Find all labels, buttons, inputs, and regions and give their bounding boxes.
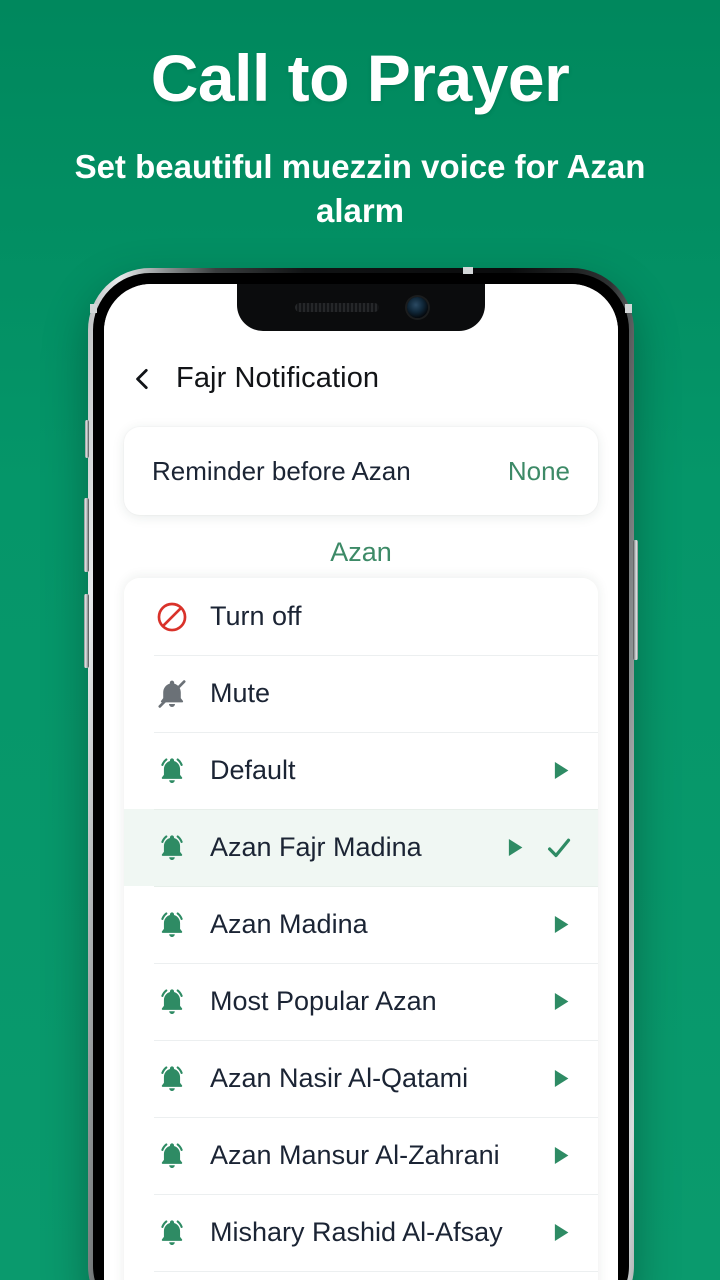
azan-list-item-label: Azan Fajr Madina [210,832,422,862]
promo-subtitle: Set beautiful muezzin voice for Azan ala… [74,148,646,229]
azan-list-item-actions [546,1142,574,1170]
azan-list-item-label: Default [210,755,296,785]
bell-icon [154,984,190,1020]
promo-title: Call to Prayer [150,41,570,115]
azan-list-item[interactable]: Azan Nasir Al-Qatami [124,1040,598,1117]
play-icon[interactable] [500,834,528,862]
phone-notch [237,284,485,331]
antenna-line-left [90,304,97,313]
azan-list-item-actions [546,757,574,785]
play-icon[interactable] [546,1219,574,1247]
earpiece-speaker-icon [294,303,379,312]
play-icon[interactable] [546,1142,574,1170]
azan-list-item-label: Azan Mansur Al-Zahrani [210,1140,500,1170]
bell-icon [154,1215,190,1251]
azan-list-item-label: Mishary Rashid Al-Afsay [210,1217,503,1247]
reminder-value: None [507,455,570,486]
azan-list-item-actions [546,911,574,939]
bell-icon [154,830,190,866]
azan-list-item[interactable]: Most Popular Azan [124,963,598,1040]
volume-down-button[interactable] [84,594,89,668]
play-icon[interactable] [546,1065,574,1093]
azan-list-item-label: Most Popular Azan [210,986,437,1016]
reminder-before-azan-row[interactable]: Reminder before Azan None [124,427,598,515]
azan-list-item-label: Azan Nasir Al-Qatami [210,1063,469,1093]
play-icon[interactable] [546,911,574,939]
app-content: Fajr Notification Reminder before Azan N… [104,284,618,1280]
azan-list-item[interactable]: Adhan from Egypt [124,1271,598,1280]
power-button[interactable] [633,540,638,660]
volume-up-button[interactable] [84,498,89,572]
reminder-label: Reminder before Azan [152,455,411,486]
azan-list-item[interactable]: Default [124,732,598,809]
play-icon[interactable] [546,757,574,785]
azan-list-item-label: Azan Madina [210,909,368,939]
azan-list-item[interactable]: Azan Madina [124,886,598,963]
bell-icon [154,907,190,943]
azan-list-item[interactable]: Turn off [124,578,598,655]
bell-icon [154,753,190,789]
page-title: Fajr Notification [176,362,380,394]
front-camera-icon [406,297,428,318]
antenna-line-top [463,267,473,274]
bell-muted-icon [154,676,190,712]
antenna-line-right [625,304,632,313]
bell-icon [154,1061,190,1097]
silent-switch-button[interactable] [85,420,89,458]
azan-list-item-actions [500,833,574,863]
promo-header: Call to Prayer Set beautiful muezzin voi… [0,0,720,232]
azan-list-item[interactable]: Azan Mansur Al-Zahrani [124,1117,598,1194]
phone-bezel: Fajr Notification Reminder before Azan N… [93,273,629,1280]
azan-list: Turn off Mute Default Azan Fajr Madina A… [124,578,598,1280]
phone-screen: Fajr Notification Reminder before Azan N… [104,284,618,1280]
azan-list-item-actions [546,1065,574,1093]
phone-mockup: Fajr Notification Reminder before Azan N… [84,267,638,1280]
chevron-left-icon[interactable] [130,366,156,392]
azan-list-item-label: Mute [210,678,271,708]
azan-list-item-label: Turn off [210,601,302,631]
play-icon[interactable] [546,988,574,1016]
app-bar: Fajr Notification [104,344,618,409]
section-label-azan: Azan [330,537,392,567]
azan-list-item[interactable]: Azan Fajr Madina [124,809,598,886]
check-icon [544,833,574,863]
azan-list-item-actions [546,1219,574,1247]
block-icon [154,599,190,635]
azan-list-item[interactable]: Mishary Rashid Al-Afsay [124,1194,598,1271]
azan-list-item-actions [546,988,574,1016]
azan-list-item[interactable]: Mute [124,655,598,732]
bell-icon [154,1138,190,1174]
